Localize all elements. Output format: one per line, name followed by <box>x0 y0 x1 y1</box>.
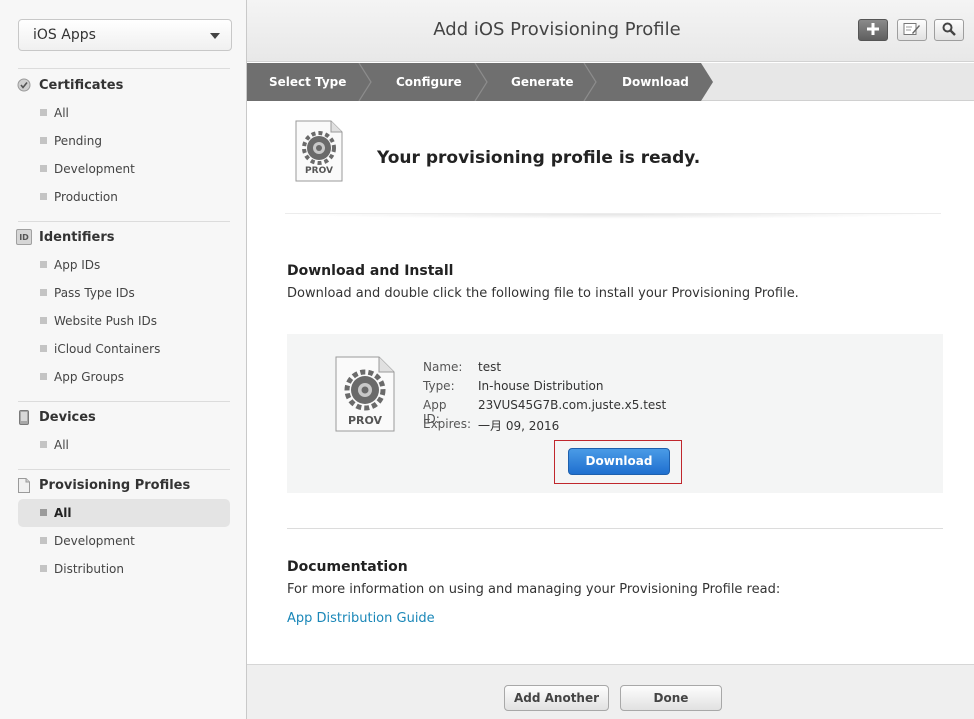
download-highlight: Download <box>554 440 682 484</box>
step-separator-icon <box>474 63 488 101</box>
sidebar-item-profiles-all[interactable]: All <box>18 499 230 527</box>
profile-expires-label: Expires: <box>423 417 471 431</box>
sidebar-divider <box>18 401 230 402</box>
sidebar-section-label: Devices <box>39 409 96 425</box>
sidebar-item-label: iCloud Containers <box>54 342 161 356</box>
app-type-value: iOS Apps <box>33 27 96 43</box>
download-description: Download and double click the following … <box>287 286 799 301</box>
sidebar-item-label: Development <box>54 162 135 176</box>
sidebar-section-label: Provisioning Profiles <box>39 477 191 493</box>
edit-button[interactable] <box>897 19 927 41</box>
sidebar-item-label: Production <box>54 190 118 204</box>
sidebar-item-label: All <box>54 106 69 120</box>
search-button[interactable] <box>934 19 964 41</box>
sidebar-item-pass-type-ids[interactable]: Pass Type IDs <box>18 279 230 307</box>
sidebar-item-label: All <box>54 506 72 520</box>
download-button[interactable]: Download <box>568 448 670 475</box>
progress-steps: Select Type Configure Generate Download <box>247 63 974 101</box>
add-button[interactable] <box>858 19 888 41</box>
step-separator-icon <box>583 63 597 101</box>
sidebar: iOS Apps Certificates All Pending Develo… <box>0 0 247 719</box>
sidebar-item-icloud-containers[interactable]: iCloud Containers <box>18 335 230 363</box>
app-distribution-guide-link[interactable]: App Distribution Guide <box>287 611 435 626</box>
step-configure: Configure <box>396 75 462 89</box>
sidebar-item-label: Pass Type IDs <box>54 286 135 300</box>
sidebar-section-devices[interactable]: Devices <box>16 407 96 427</box>
profile-app-id-value: 23VUS45G7B.com.juste.x5.test <box>478 398 667 412</box>
step-select-type: Select Type <box>269 75 347 89</box>
provisioning-file-icon: PROV <box>335 356 395 436</box>
profile-name-label: Name: <box>423 360 463 374</box>
sidebar-item-label: Distribution <box>54 562 125 576</box>
documentation-description: For more information on using and managi… <box>287 582 781 597</box>
app-type-dropdown[interactable]: iOS Apps <box>18 19 232 51</box>
document-icon <box>16 477 32 493</box>
sidebar-section-certificates[interactable]: Certificates <box>16 75 123 95</box>
profile-type-value: In-house Distribution <box>478 379 604 393</box>
certificate-icon <box>16 77 32 93</box>
sidebar-item-label: Development <box>54 534 135 548</box>
sidebar-item-website-push-ids[interactable]: Website Push IDs <box>18 307 230 335</box>
file-type-label: PROV <box>347 414 383 427</box>
main-content: PROV Your provisioning profile is ready.… <box>247 102 974 664</box>
provisioning-file-icon: PROV <box>295 120 343 186</box>
sidebar-item-certificates-pending[interactable]: Pending <box>18 127 230 155</box>
page-header: Add iOS Provisioning Profile <box>247 0 974 62</box>
add-icon <box>866 21 880 40</box>
page-footer: Add Another Done <box>247 664 974 719</box>
sidebar-item-certificates-development[interactable]: Development <box>18 155 230 183</box>
id-badge-icon: ID <box>16 229 32 245</box>
section-divider <box>285 213 941 219</box>
sidebar-item-app-groups[interactable]: App Groups <box>18 363 230 391</box>
sidebar-item-profiles-development[interactable]: Development <box>18 527 230 555</box>
sidebar-item-label: App Groups <box>54 370 125 384</box>
done-button[interactable]: Done <box>620 685 722 711</box>
search-icon <box>942 21 956 40</box>
edit-icon <box>903 21 921 40</box>
page-title: Add iOS Provisioning Profile <box>433 19 681 40</box>
file-type-label: PROV <box>305 166 333 176</box>
step-generate: Generate <box>511 75 574 89</box>
step-download: Download <box>622 75 689 89</box>
sidebar-divider <box>18 221 230 222</box>
profile-name-value: test <box>478 360 502 374</box>
sidebar-item-label: All <box>54 438 69 452</box>
profile-card: PROV Name: test Type: In-house Distribut… <box>287 334 943 493</box>
chevron-down-icon <box>210 33 220 39</box>
sidebar-item-label: Website Push IDs <box>54 314 157 328</box>
sidebar-item-label: App IDs <box>54 258 101 272</box>
ready-message: Your provisioning profile is ready. <box>377 148 701 168</box>
documentation-heading: Documentation <box>287 559 408 575</box>
step-separator-icon <box>358 63 372 101</box>
profile-expires-value: 一月 09, 2016 <box>478 419 560 433</box>
sidebar-item-app-ids[interactable]: App IDs <box>18 251 230 279</box>
sidebar-item-certificates-all[interactable]: All <box>18 99 230 127</box>
sidebar-section-label: Identifiers <box>39 229 115 245</box>
sidebar-divider <box>18 469 230 470</box>
sidebar-item-devices-all[interactable]: All <box>18 431 230 459</box>
sidebar-section-identifiers[interactable]: ID Identifiers <box>16 227 115 247</box>
add-another-button[interactable]: Add Another <box>504 685 609 711</box>
device-icon <box>16 409 32 425</box>
sidebar-section-label: Certificates <box>39 77 124 93</box>
sidebar-divider <box>18 68 230 69</box>
sidebar-item-certificates-production[interactable]: Production <box>18 183 230 211</box>
sidebar-section-provisioning-profiles[interactable]: Provisioning Profiles <box>16 475 190 495</box>
download-heading: Download and Install <box>287 263 454 279</box>
sidebar-item-label: Pending <box>54 134 102 148</box>
sidebar-item-profiles-distribution[interactable]: Distribution <box>18 555 230 583</box>
section-divider <box>287 528 943 529</box>
profile-type-label: Type: <box>423 379 455 393</box>
